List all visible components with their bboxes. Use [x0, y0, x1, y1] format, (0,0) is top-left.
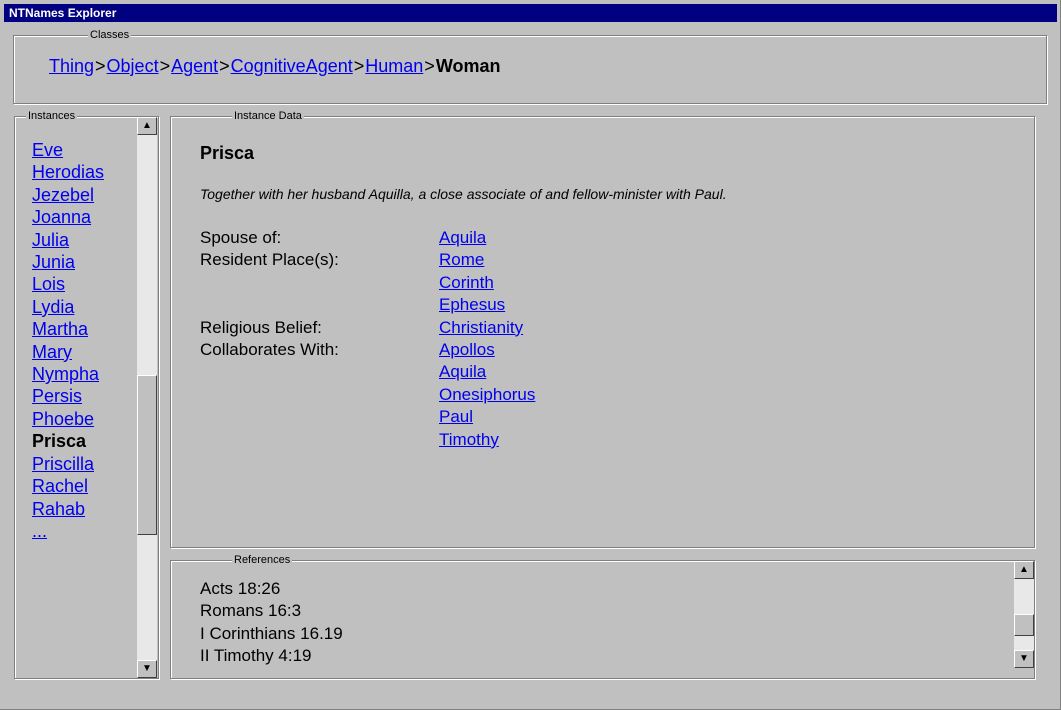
- app-window: NTNames Explorer Classes Thing>Object>Ag…: [0, 0, 1061, 710]
- instances-scrollbar[interactable]: ▲ ▼: [137, 117, 157, 678]
- breadcrumb-current-class: Woman: [435, 56, 501, 76]
- reference-item: I Corinthians 16.19: [200, 623, 343, 643]
- classes-group: Classes Thing>Object>Agent>CognitiveAgen…: [13, 28, 1047, 104]
- breadcrumb-separator: >: [219, 56, 230, 76]
- property-row-spouse: Spouse of: Aquila: [200, 227, 535, 249]
- instance-properties: Spouse of: Aquila Resident Place(s): Rom…: [200, 227, 535, 451]
- property-link-corinth[interactable]: Corinth: [439, 272, 505, 294]
- instance-item-selected[interactable]: Prisca: [32, 430, 142, 452]
- property-row-religious-belief: Religious Belief: Christianity: [200, 317, 535, 339]
- instances-scroll-thumb[interactable]: [137, 375, 157, 535]
- references-scrollbar[interactable]: ▲ ▼: [1014, 561, 1034, 668]
- instance-item-phoebe[interactable]: Phoebe: [32, 408, 142, 430]
- references-scroll-thumb[interactable]: [1014, 614, 1034, 636]
- classes-group-title: Classes: [88, 28, 132, 42]
- references-group-title: References: [232, 553, 293, 567]
- instance-data-group: Instance Data Prisca Together with her h…: [170, 109, 1035, 548]
- breadcrumb-human[interactable]: Human: [365, 56, 423, 76]
- instance-item-martha[interactable]: Martha: [32, 318, 142, 340]
- breadcrumb-thing[interactable]: Thing: [49, 56, 94, 76]
- breadcrumb-cognitiveagent[interactable]: CognitiveAgent: [231, 56, 353, 76]
- instance-item-joanna[interactable]: Joanna: [32, 206, 142, 228]
- window-title: NTNames Explorer: [9, 6, 117, 20]
- instance-item-jezebel[interactable]: Jezebel: [32, 184, 142, 206]
- property-link-timothy[interactable]: Timothy: [439, 429, 535, 451]
- instance-item-rachel[interactable]: Rachel: [32, 475, 142, 497]
- scroll-up-icon[interactable]: ▲: [137, 117, 157, 135]
- property-link-onesiphorus[interactable]: Onesiphorus: [439, 384, 535, 406]
- instance-item-nympha[interactable]: Nympha: [32, 363, 142, 385]
- instance-item-rahab[interactable]: Rahab: [32, 498, 142, 520]
- instance-item-more[interactable]: ...: [32, 520, 142, 542]
- instance-item-lois[interactable]: Lois: [32, 273, 142, 295]
- property-link-rome[interactable]: Rome: [439, 249, 505, 271]
- instance-item-mary[interactable]: Mary: [32, 341, 142, 363]
- scroll-down-icon[interactable]: ▼: [137, 660, 157, 678]
- property-link-aquila[interactable]: Aquila: [439, 361, 535, 383]
- instance-item-persis[interactable]: Persis: [32, 385, 142, 407]
- property-label: Religious Belief:: [200, 317, 322, 337]
- instance-name: Prisca: [200, 143, 255, 163]
- breadcrumb-separator: >: [353, 56, 365, 76]
- breadcrumb-agent[interactable]: Agent: [171, 56, 218, 76]
- instance-item-julia[interactable]: Julia: [32, 229, 142, 251]
- instances-group: Instances Eve Herodias Jezebel Joanna Ju…: [14, 109, 159, 679]
- property-values: Christianity: [439, 317, 523, 339]
- property-row-resident-places: Resident Place(s): Rome Corinth Ephesus: [200, 249, 535, 316]
- property-label: Collaborates With:: [200, 340, 339, 360]
- instance-list: Eve Herodias Jezebel Joanna Julia Junia …: [32, 139, 142, 542]
- property-link-aquila[interactable]: Aquila: [439, 227, 486, 249]
- class-breadcrumb: Thing>Object>Agent>CognitiveAgent>Human>…: [49, 56, 500, 77]
- property-row-collaborates-with: Collaborates With: Apollos Aquila Onesip…: [200, 339, 535, 451]
- breadcrumb-separator: >: [95, 56, 106, 76]
- instance-description: Together with her husband Aquilla, a clo…: [200, 186, 727, 202]
- property-values: Rome Corinth Ephesus: [439, 249, 505, 316]
- breadcrumb-separator: >: [159, 56, 171, 76]
- references-list: Acts 18:26 Romans 16:3 I Corinthians 16.…: [200, 578, 343, 668]
- property-link-apollos[interactable]: Apollos: [439, 339, 535, 361]
- property-link-paul[interactable]: Paul: [439, 406, 535, 428]
- instance-item-herodias[interactable]: Herodias: [32, 161, 142, 183]
- property-link-ephesus[interactable]: Ephesus: [439, 294, 505, 316]
- window-title-bar[interactable]: NTNames Explorer: [4, 4, 1057, 22]
- breadcrumb-object[interactable]: Object: [107, 56, 159, 76]
- property-link-christianity[interactable]: Christianity: [439, 317, 523, 339]
- instance-item-lydia[interactable]: Lydia: [32, 296, 142, 318]
- instances-group-title: Instances: [26, 109, 78, 123]
- instance-item-eve[interactable]: Eve: [32, 139, 142, 161]
- property-label: Spouse of:: [200, 228, 282, 247]
- property-label: Resident Place(s):: [200, 250, 339, 270]
- references-group: References Acts 18:26 Romans 16:3 I Cori…: [170, 553, 1035, 679]
- scroll-down-icon[interactable]: ▼: [1014, 650, 1034, 668]
- property-values: Aquila: [439, 227, 486, 249]
- instance-item-priscilla[interactable]: Priscilla: [32, 453, 142, 475]
- property-values: Apollos Aquila Onesiphorus Paul Timothy: [439, 339, 535, 451]
- reference-item: Romans 16:3: [200, 601, 302, 621]
- reference-item: Acts 18:26: [200, 579, 281, 598]
- breadcrumb-separator: >: [424, 56, 435, 76]
- reference-item: II Timothy 4:19: [200, 646, 312, 666]
- instance-item-junia[interactable]: Junia: [32, 251, 142, 273]
- instance-data-group-title: Instance Data: [232, 109, 304, 123]
- scroll-up-icon[interactable]: ▲: [1014, 561, 1034, 579]
